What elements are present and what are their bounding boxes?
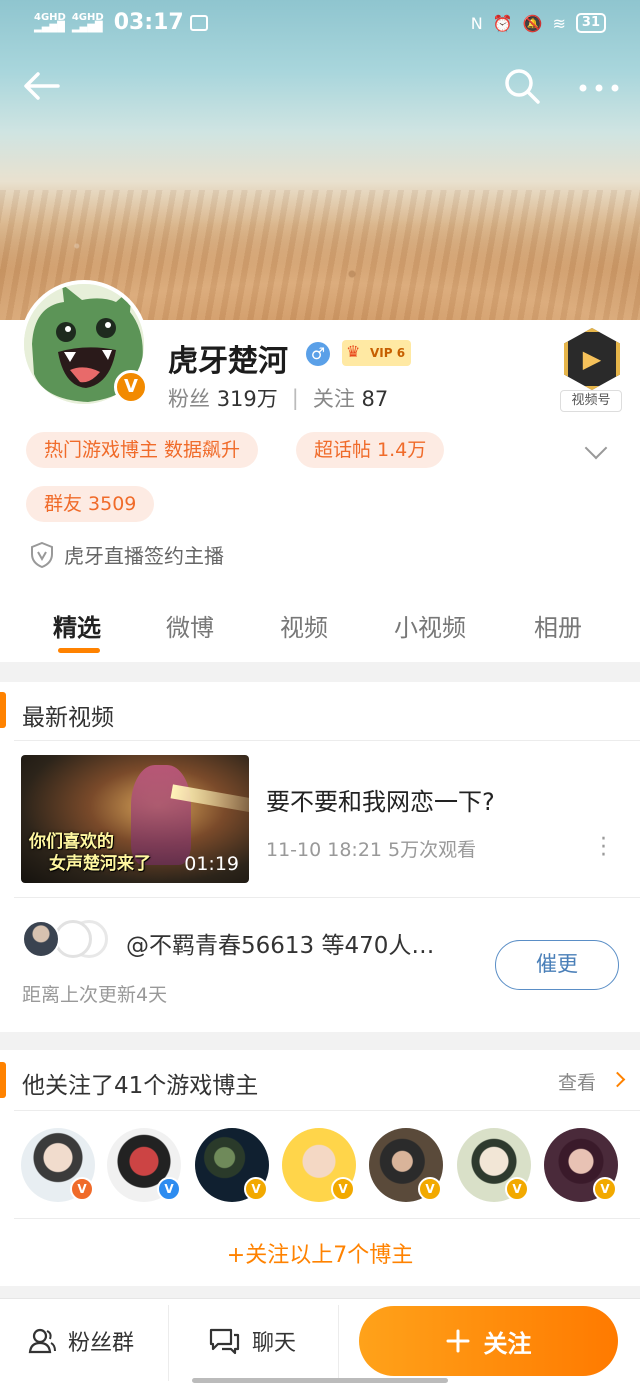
- section-title: 他关注了41个游戏博主: [22, 1073, 259, 1099]
- alarm-icon: ⏰: [492, 13, 513, 33]
- wifi-icon: ≋: [552, 13, 566, 33]
- chip-group-friends[interactable]: 群友 3509: [26, 486, 155, 522]
- verified-badge: V: [418, 1177, 442, 1201]
- video-thumbnail[interactable]: 你们喜欢的 女声楚河来了 01:19: [21, 755, 249, 883]
- mute-icon: 🔕: [522, 13, 543, 33]
- section-accent: [0, 692, 6, 728]
- vip-badge[interactable]: ♛ VIP 6: [342, 340, 412, 366]
- urge-update-button[interactable]: 催更: [495, 940, 619, 990]
- active-tab-indicator: [58, 648, 100, 653]
- crown-icon: ♛: [346, 342, 361, 361]
- tab-weibo[interactable]: 微博: [166, 608, 214, 643]
- section-title: 最新视频: [22, 705, 114, 731]
- verified-badge: V: [505, 1177, 529, 1201]
- last-update-text: 距离上次更新4天: [22, 984, 168, 1006]
- chat-button[interactable]: 聊天: [208, 1325, 296, 1357]
- battery-icon: 31: [575, 13, 606, 33]
- video-duration: 01:19: [184, 853, 239, 875]
- verified-badge: V: [70, 1177, 94, 1201]
- verified-badge: V: [593, 1177, 617, 1201]
- urging-fans-avatars: [22, 920, 112, 960]
- play-icon: ▶: [564, 328, 620, 390]
- shield-icon: [31, 541, 53, 568]
- signal-icon: 4GHD ▂▄▆█: [34, 11, 66, 33]
- verification-info: 虎牙直播签约主播: [30, 540, 224, 569]
- following-stat[interactable]: 关注 87: [313, 383, 388, 413]
- verified-v-badge: V: [114, 370, 148, 404]
- more-vertical-icon[interactable]: · · ·: [600, 829, 607, 867]
- verified-badge: V: [244, 1177, 268, 1201]
- back-arrow-icon[interactable]: [22, 66, 62, 106]
- follow-button[interactable]: 关注: [359, 1306, 618, 1376]
- fan-group-button[interactable]: 粉丝群: [28, 1325, 134, 1357]
- chat-icon: [209, 1328, 240, 1355]
- more-icon[interactable]: [578, 66, 620, 106]
- profile-stats: 粉丝 319万 | 关注 87: [168, 383, 388, 413]
- see-all-link[interactable]: 查看: [558, 1068, 596, 1095]
- video-account-badge[interactable]: ▶ 视频号: [554, 328, 632, 412]
- signal-icon-2: 4GHD ▂▄▆█: [71, 11, 104, 33]
- search-icon[interactable]: [502, 66, 542, 106]
- status-time: 03:17: [113, 10, 184, 35]
- mail-icon: [189, 14, 208, 31]
- follow-all-button[interactable]: +关注以上7个博主: [0, 1237, 640, 1269]
- chip-hot-gamer[interactable]: 热门游戏博主 数据飙升: [26, 432, 259, 468]
- male-icon: ♂: [306, 342, 330, 366]
- tab-short-video[interactable]: 小视频: [394, 608, 466, 643]
- home-indicator: [192, 1378, 448, 1383]
- video-meta: 11-10 18:21 5万次观看: [266, 839, 477, 861]
- avatar: [22, 920, 60, 958]
- section-accent: [0, 1062, 6, 1098]
- profile-name: 虎牙楚河: [168, 344, 288, 379]
- nfc-icon: N: [470, 13, 483, 33]
- tab-featured[interactable]: 精选: [53, 608, 101, 643]
- fans-stat[interactable]: 粉丝 319万: [168, 383, 278, 413]
- tab-album[interactable]: 相册: [534, 608, 582, 643]
- verified-badge: V: [157, 1177, 181, 1201]
- group-icon: [28, 1328, 56, 1354]
- tab-video[interactable]: 视频: [280, 608, 328, 643]
- plus-icon: [446, 1329, 469, 1353]
- video-title[interactable]: 要不要和我网恋一下?: [266, 782, 495, 817]
- status-bar: 4GHD ▂▄▆█ 4GHD ▂▄▆█ 03:17 N ⏰ 🔕 ≋ 31: [0, 0, 640, 52]
- urging-fans-text: @不羁青春56613 等470人…: [126, 933, 435, 959]
- chip-super-topic[interactable]: 超话帖 1.4万: [296, 432, 445, 468]
- verified-badge: V: [331, 1177, 355, 1201]
